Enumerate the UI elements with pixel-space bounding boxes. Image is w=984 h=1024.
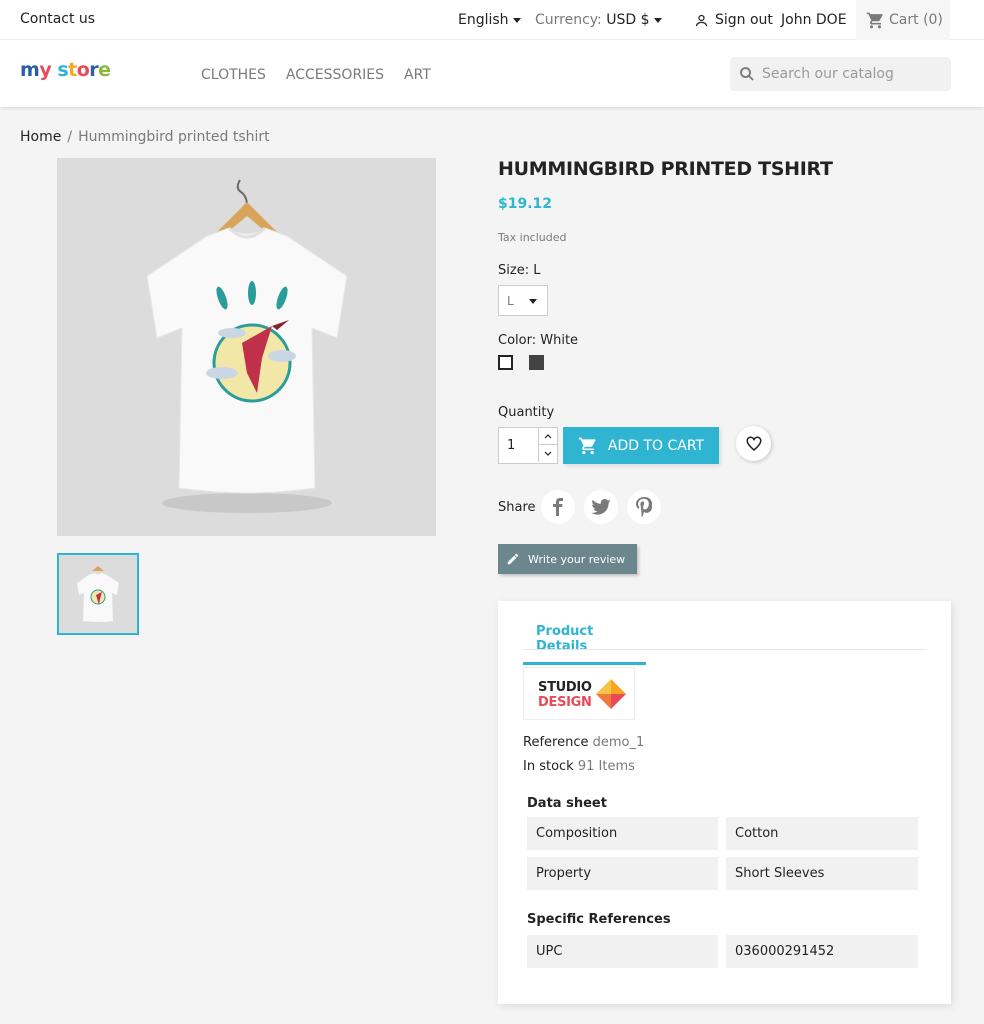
size-select[interactable]: L (498, 285, 548, 316)
chevron-down-icon (512, 17, 521, 23)
product-stock: In stock 91 Items (523, 759, 635, 774)
breadcrumb-separator: / (67, 129, 73, 145)
write-review-button[interactable]: Write your review (498, 544, 637, 574)
size-label-value: L (533, 263, 541, 278)
search-input[interactable] (762, 66, 942, 82)
tab-product-details[interactable]: Product Details (523, 624, 646, 665)
chevron-down-icon (529, 299, 537, 304)
add-to-cart-button[interactable]: ADD TO CART (563, 427, 719, 464)
color-label-text: Color (498, 333, 532, 348)
cart-icon (866, 12, 883, 28)
main-header: my store CLOTHES ACCESSORIES ART (0, 40, 984, 107)
facebook-share-button[interactable] (541, 490, 575, 524)
tab-divider (523, 649, 926, 650)
pinterest-share-button[interactable] (627, 490, 661, 524)
quantity-increase-button[interactable] (538, 428, 557, 445)
product-details-panel: Product Details STUDIO DESIGN Reference … (498, 601, 951, 1004)
color-swatch-white[interactable] (498, 355, 513, 370)
add-to-cart-label: ADD TO CART (607, 437, 705, 454)
nav-art[interactable]: ART (404, 67, 431, 83)
currency-selector[interactable]: Currency: USD $ (535, 12, 662, 28)
breadcrumb: Home / Hummingbird printed tshirt (20, 129, 270, 145)
language-selector[interactable]: English (458, 12, 521, 28)
nav-accessories[interactable]: ACCESSORIES (286, 67, 384, 83)
twitter-share-button[interactable] (584, 490, 618, 524)
heart-icon (746, 436, 761, 451)
product-title: HUMMINGBIRD PRINTED TSHIRT (498, 158, 833, 180)
product-thumbnail[interactable] (57, 553, 139, 635)
product-price: $19.12 (498, 196, 553, 212)
chevron-down-icon (544, 451, 552, 456)
quantity-decrease-button[interactable] (538, 445, 557, 462)
write-review-label: Write your review (528, 552, 626, 566)
diamond-icon (596, 679, 626, 709)
stock-label: In stock (523, 759, 574, 774)
product-main-image[interactable] (57, 158, 436, 536)
store-logo[interactable]: my store (20, 59, 111, 81)
user-name-link[interactable]: John DOE (781, 12, 847, 28)
stock-value: 91 Items (577, 759, 635, 774)
wishlist-button[interactable] (736, 426, 771, 461)
quantity-stepper (498, 427, 558, 464)
facebook-icon (553, 498, 563, 516)
size-label-text: Size (498, 263, 525, 278)
language-label: English (458, 12, 509, 28)
cart-label: Cart (889, 12, 919, 28)
color-label-value: White (540, 333, 579, 348)
size-label: Size: L (498, 263, 541, 278)
share-label: Share (498, 500, 536, 515)
main-nav: CLOTHES ACCESSORIES ART (201, 67, 431, 83)
data-sheet-key: Composition (527, 817, 718, 850)
pinterest-icon (636, 497, 652, 517)
top-bar: Contact us English Currency: USD $ Sign … (0, 0, 984, 40)
currency-value: USD $ (606, 12, 650, 28)
user-icon (695, 14, 708, 26)
pencil-icon (507, 553, 519, 565)
tax-label: Tax included (498, 231, 567, 244)
chevron-down-icon (653, 17, 662, 23)
reference-label: Reference (523, 735, 589, 750)
cart-count: (0) (923, 12, 943, 28)
cart-icon (578, 437, 596, 454)
size-select-value: L (507, 293, 514, 308)
sign-out-label: Sign out (715, 12, 773, 28)
data-sheet-key: Property (527, 857, 718, 890)
color-swatch-grey[interactable] (529, 355, 544, 370)
chevron-up-icon (544, 434, 552, 439)
brand-logo-line2: DESIGN (538, 695, 592, 710)
brand-logo[interactable]: STUDIO DESIGN (523, 667, 635, 720)
tshirt-image (57, 158, 436, 536)
contact-link[interactable]: Contact us (20, 11, 95, 27)
reference-value: demo_1 (592, 735, 645, 750)
specific-reference-value: 036000291452 (726, 935, 918, 968)
brand-logo-line1: STUDIO (538, 680, 592, 695)
data-sheet-value: Cotton (726, 817, 918, 850)
cart-button[interactable]: Cart (0) (856, 0, 950, 40)
currency-label: Currency: (535, 12, 602, 28)
data-sheet-title: Data sheet (527, 796, 607, 811)
specific-reference-key: UPC (527, 935, 718, 968)
specific-references-title: Specific References (527, 912, 671, 927)
twitter-icon (591, 499, 611, 515)
color-label: Color: White (498, 333, 579, 348)
quantity-label: Quantity (498, 405, 555, 420)
sign-out-link[interactable]: Sign out (694, 12, 773, 28)
quantity-input[interactable] (499, 428, 539, 463)
tshirt-thumbnail-image (59, 555, 137, 633)
product-reference: Reference demo_1 (523, 735, 644, 750)
nav-clothes[interactable]: CLOTHES (201, 67, 266, 83)
search-box (730, 57, 951, 91)
breadcrumb-current[interactable]: Hummingbird printed tshirt (78, 129, 270, 145)
breadcrumb-home[interactable]: Home (20, 129, 61, 145)
data-sheet-value: Short Sleeves (726, 857, 918, 890)
search-icon[interactable] (738, 65, 756, 83)
